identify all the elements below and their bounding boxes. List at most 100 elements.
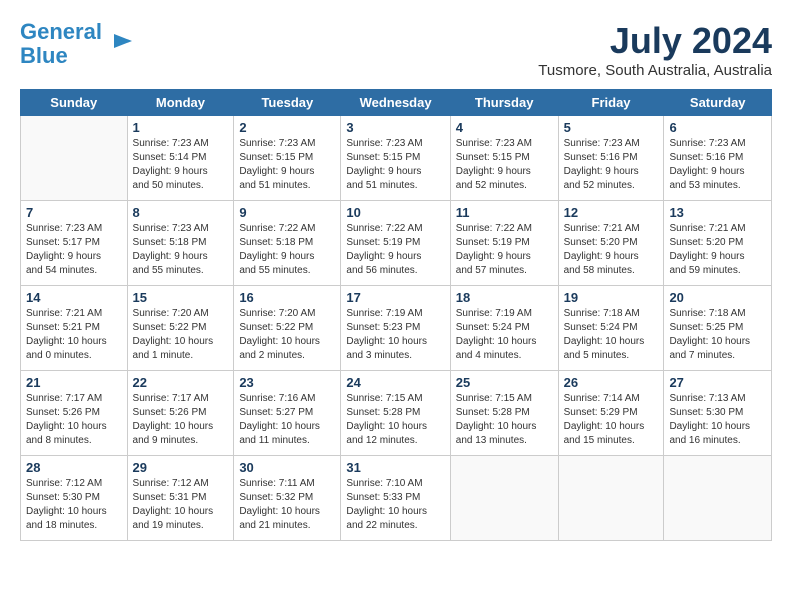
date-number: 4 [456,120,553,135]
date-number: 31 [346,460,444,475]
calendar-cell: 21Sunrise: 7:17 AM Sunset: 5:26 PM Dayli… [21,371,128,456]
calendar-cell: 14 Sunrise: 7:21 AM Sunset: 5:21 PM Dayli… [21,286,128,371]
cell-content: Sunrise: 7:12 AM Sunset: 5:31 PM Dayligh… [133,477,229,533]
date-number: 12 [564,205,659,220]
calendar-cell [558,456,664,541]
location-title: Tusmore, South Australia, Australia [538,62,772,79]
date-number: 15 [133,290,229,305]
cell-content: Sunrise: 7:18 AM Sunset: 5:24 PM Dayligh… [564,307,659,363]
calendar-cell: 28 Sunrise: 7:12 AM Sunset: 5:30 PM Dayli… [21,456,128,541]
calendar-cell [21,116,128,201]
calendar-cell: 31 Sunrise: 7:10 AM Sunset: 5:33 PM Dayli… [341,456,450,541]
cell-content: Sunrise: 7:22 AM Sunset: 5:19 PM Dayligh… [346,222,444,278]
weekday-header-wednesday: Wednesday [341,90,450,116]
cell-content: Sunrise: 7:19 AM Sunset: 5:24 PM Dayligh… [456,307,553,363]
calendar-cell: 3Sunrise: 7:23 AM Sunset: 5:15 PM Daylig… [341,116,450,201]
calendar-cell: 11 Sunrise: 7:22 AM Sunset: 5:19 PM Dayli… [450,201,558,286]
logo: GeneralBlue [20,20,134,68]
calendar-cell: 7Sunrise: 7:23 AM Sunset: 5:17 PM Daylig… [21,201,128,286]
calendar-cell: 15 Sunrise: 7:20 AM Sunset: 5:22 PM Dayli… [127,286,234,371]
logo-text: GeneralBlue [20,20,102,68]
calendar-cell: 13Sunrise: 7:21 AM Sunset: 5:20 PM Dayli… [664,201,772,286]
calendar-cell: 5 Sunrise: 7:23 AM Sunset: 5:16 PM Daylig… [558,116,664,201]
date-number: 16 [239,290,335,305]
date-number: 2 [239,120,335,135]
date-number: 7 [26,205,122,220]
weekday-header-monday: Monday [127,90,234,116]
weekday-header-thursday: Thursday [450,90,558,116]
week-row-5: 28 Sunrise: 7:12 AM Sunset: 5:30 PM Dayli… [21,456,772,541]
cell-content: Sunrise: 7:22 AM Sunset: 5:18 PM Dayligh… [239,222,335,278]
title-block: July 2024 Tusmore, South Australia, Aust… [538,20,772,79]
calendar-cell: 20Sunrise: 7:18 AM Sunset: 5:25 PM Dayli… [664,286,772,371]
cell-content: Sunrise: 7:23 AM Sunset: 5:14 PM Dayligh… [133,137,229,193]
weekday-header-sunday: Sunday [21,90,128,116]
date-number: 22 [133,375,229,390]
cell-content: Sunrise: 7:23 AM Sunset: 5:15 PM Dayligh… [346,137,444,193]
calendar-cell: 26 Sunrise: 7:14 AM Sunset: 5:29 PM Dayli… [558,371,664,456]
date-number: 25 [456,375,553,390]
date-number: 26 [564,375,659,390]
weekday-header-friday: Friday [558,90,664,116]
cell-content: Sunrise: 7:11 AM Sunset: 5:32 PM Dayligh… [239,477,335,533]
weekday-header-saturday: Saturday [664,90,772,116]
cell-content: Sunrise: 7:16 AM Sunset: 5:27 PM Dayligh… [239,392,335,448]
week-row-3: 14 Sunrise: 7:21 AM Sunset: 5:21 PM Dayli… [21,286,772,371]
date-number: 8 [133,205,229,220]
calendar-cell: 16 Sunrise: 7:20 AM Sunset: 5:22 PM Dayli… [234,286,341,371]
calendar-cell: 24Sunrise: 7:15 AM Sunset: 5:28 PM Dayli… [341,371,450,456]
cell-content: Sunrise: 7:15 AM Sunset: 5:28 PM Dayligh… [346,392,444,448]
cell-content: Sunrise: 7:19 AM Sunset: 5:23 PM Dayligh… [346,307,444,363]
calendar-cell: 30 Sunrise: 7:11 AM Sunset: 5:32 PM Dayli… [234,456,341,541]
cell-content: Sunrise: 7:17 AM Sunset: 5:26 PM Dayligh… [26,392,122,448]
calendar-table: SundayMondayTuesdayWednesdayThursdayFrid… [20,89,772,541]
calendar-cell: 8 Sunrise: 7:23 AM Sunset: 5:18 PM Daylig… [127,201,234,286]
page-header: GeneralBlue July 2024 Tusmore, South Aus… [20,20,772,79]
weekday-header-tuesday: Tuesday [234,90,341,116]
calendar-cell: 23Sunrise: 7:16 AM Sunset: 5:27 PM Dayli… [234,371,341,456]
cell-content: Sunrise: 7:23 AM Sunset: 5:15 PM Dayligh… [456,137,553,193]
calendar-cell: 2Sunrise: 7:23 AM Sunset: 5:15 PM Daylig… [234,116,341,201]
calendar-cell [450,456,558,541]
cell-content: Sunrise: 7:23 AM Sunset: 5:18 PM Dayligh… [133,222,229,278]
calendar-cell: 27 Sunrise: 7:13 AM Sunset: 5:30 PM Dayli… [664,371,772,456]
calendar-cell: 17 Sunrise: 7:19 AM Sunset: 5:23 PM Dayli… [341,286,450,371]
cell-content: Sunrise: 7:12 AM Sunset: 5:30 PM Dayligh… [26,477,122,533]
cell-content: Sunrise: 7:20 AM Sunset: 5:22 PM Dayligh… [239,307,335,363]
date-number: 17 [346,290,444,305]
cell-content: Sunrise: 7:10 AM Sunset: 5:33 PM Dayligh… [346,477,444,533]
date-number: 29 [133,460,229,475]
date-number: 11 [456,205,553,220]
date-number: 19 [564,290,659,305]
date-number: 30 [239,460,335,475]
date-number: 1 [133,120,229,135]
cell-content: Sunrise: 7:15 AM Sunset: 5:28 PM Dayligh… [456,392,553,448]
date-number: 20 [669,290,766,305]
date-number: 28 [26,460,122,475]
date-number: 5 [564,120,659,135]
cell-content: Sunrise: 7:21 AM Sunset: 5:20 PM Dayligh… [564,222,659,278]
cell-content: Sunrise: 7:20 AM Sunset: 5:22 PM Dayligh… [133,307,229,363]
cell-content: Sunrise: 7:21 AM Sunset: 5:21 PM Dayligh… [26,307,122,363]
cell-content: Sunrise: 7:14 AM Sunset: 5:29 PM Dayligh… [564,392,659,448]
date-number: 10 [346,205,444,220]
cell-content: Sunrise: 7:17 AM Sunset: 5:26 PM Dayligh… [133,392,229,448]
date-number: 6 [669,120,766,135]
date-number: 18 [456,290,553,305]
calendar-cell: 25 Sunrise: 7:15 AM Sunset: 5:28 PM Dayli… [450,371,558,456]
date-number: 27 [669,375,766,390]
cell-content: Sunrise: 7:23 AM Sunset: 5:16 PM Dayligh… [564,137,659,193]
calendar-cell: 4 Sunrise: 7:23 AM Sunset: 5:15 PM Daylig… [450,116,558,201]
date-number: 14 [26,290,122,305]
date-number: 13 [669,205,766,220]
date-number: 9 [239,205,335,220]
week-row-1: 1 Sunrise: 7:23 AM Sunset: 5:14 PM Daylig… [21,116,772,201]
calendar-cell: 12 Sunrise: 7:21 AM Sunset: 5:20 PM Dayli… [558,201,664,286]
cell-content: Sunrise: 7:13 AM Sunset: 5:30 PM Dayligh… [669,392,766,448]
calendar-cell: 9 Sunrise: 7:22 AM Sunset: 5:18 PM Daylig… [234,201,341,286]
calendar-cell: 29 Sunrise: 7:12 AM Sunset: 5:31 PM Dayli… [127,456,234,541]
cell-content: Sunrise: 7:23 AM Sunset: 5:16 PM Dayligh… [669,137,766,193]
calendar-cell: 22 Sunrise: 7:17 AM Sunset: 5:26 PM Dayli… [127,371,234,456]
cell-content: Sunrise: 7:22 AM Sunset: 5:19 PM Dayligh… [456,222,553,278]
month-title: July 2024 [538,20,772,62]
